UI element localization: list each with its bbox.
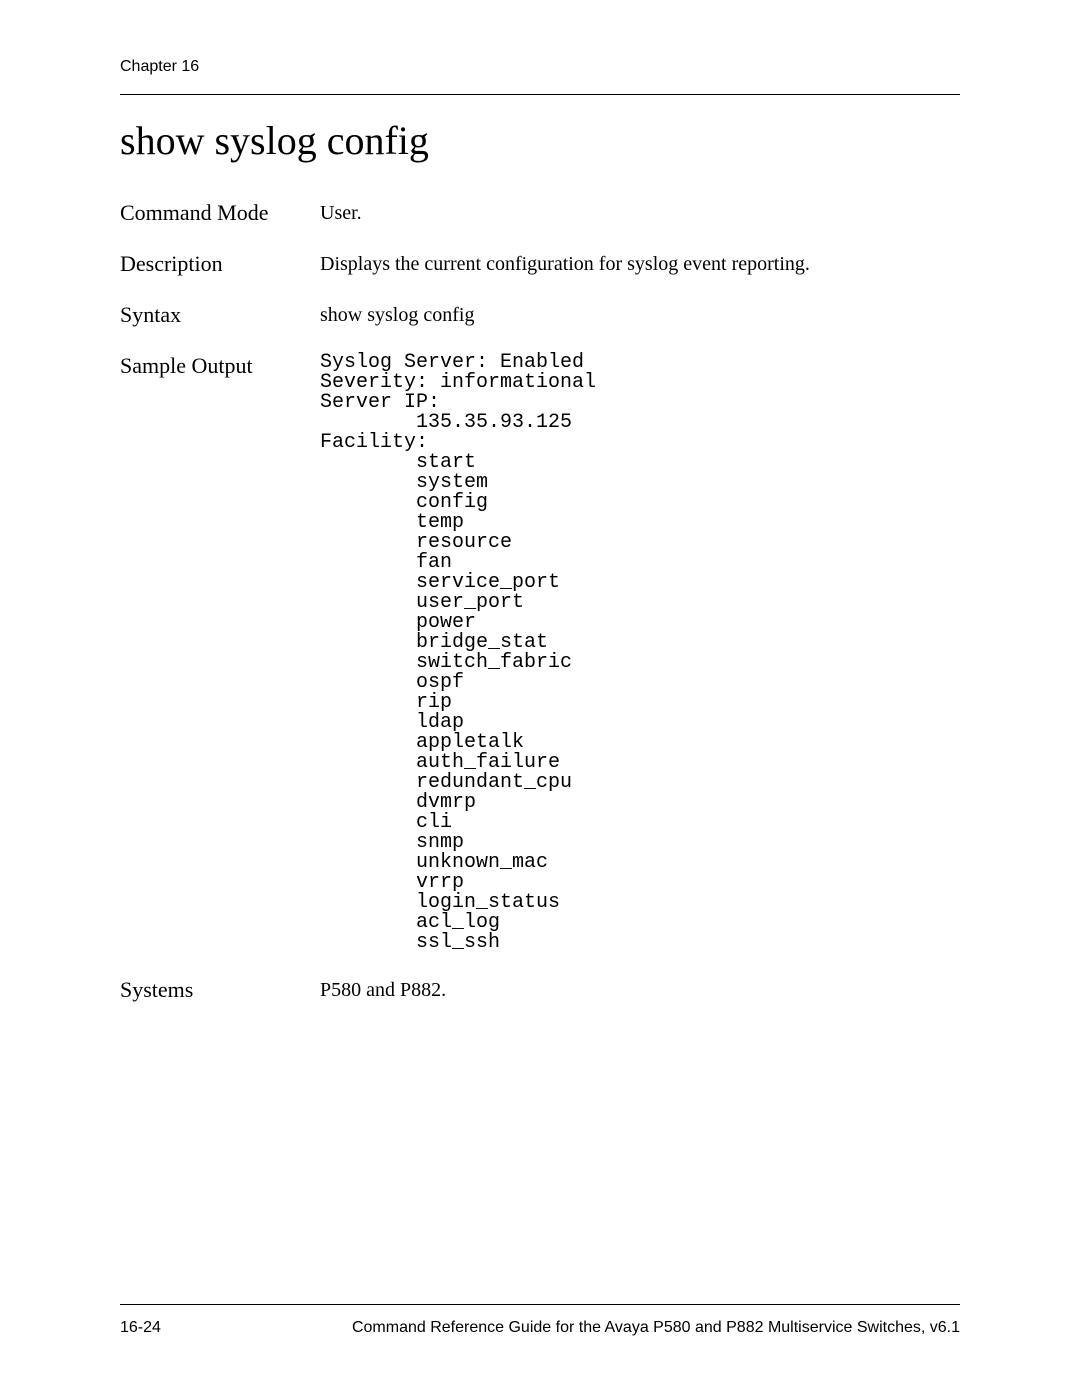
row-syntax: Syntax show syslog config — [120, 302, 960, 329]
page-title: show syslog config — [120, 117, 960, 164]
label-command-mode: Command Mode — [120, 200, 320, 226]
label-sample-output: Sample Output — [120, 353, 320, 379]
value-command-mode: User. — [320, 200, 960, 227]
value-syntax: show syslog config — [320, 302, 960, 329]
row-description: Description Displays the current configu… — [120, 251, 960, 278]
sample-output-block: Syslog Server: Enabled Severity: informa… — [320, 353, 960, 953]
value-sample-output: Syslog Server: Enabled Severity: informa… — [320, 353, 960, 953]
footer-line: 16-24 Command Reference Guide for the Av… — [120, 1319, 960, 1337]
footer-page-number: 16-24 — [120, 1319, 161, 1337]
label-systems: Systems — [120, 977, 320, 1003]
value-description: Displays the current configuration for s… — [320, 251, 960, 278]
footer-doc-title: Command Reference Guide for the Avaya P5… — [352, 1319, 960, 1337]
label-syntax: Syntax — [120, 302, 320, 328]
value-systems: P580 and P882. — [320, 977, 960, 1004]
page-footer: 16-24 Command Reference Guide for the Av… — [120, 1304, 960, 1337]
label-description: Description — [120, 251, 320, 277]
chapter-header: Chapter 16 — [120, 58, 960, 76]
row-command-mode: Command Mode User. — [120, 200, 960, 227]
header-rule — [120, 94, 960, 95]
footer-rule — [120, 1304, 960, 1305]
page: Chapter 16 show syslog config Command Mo… — [0, 0, 1080, 1397]
row-systems: Systems P580 and P882. — [120, 977, 960, 1004]
row-sample-output: Sample Output Syslog Server: Enabled Sev… — [120, 353, 960, 953]
